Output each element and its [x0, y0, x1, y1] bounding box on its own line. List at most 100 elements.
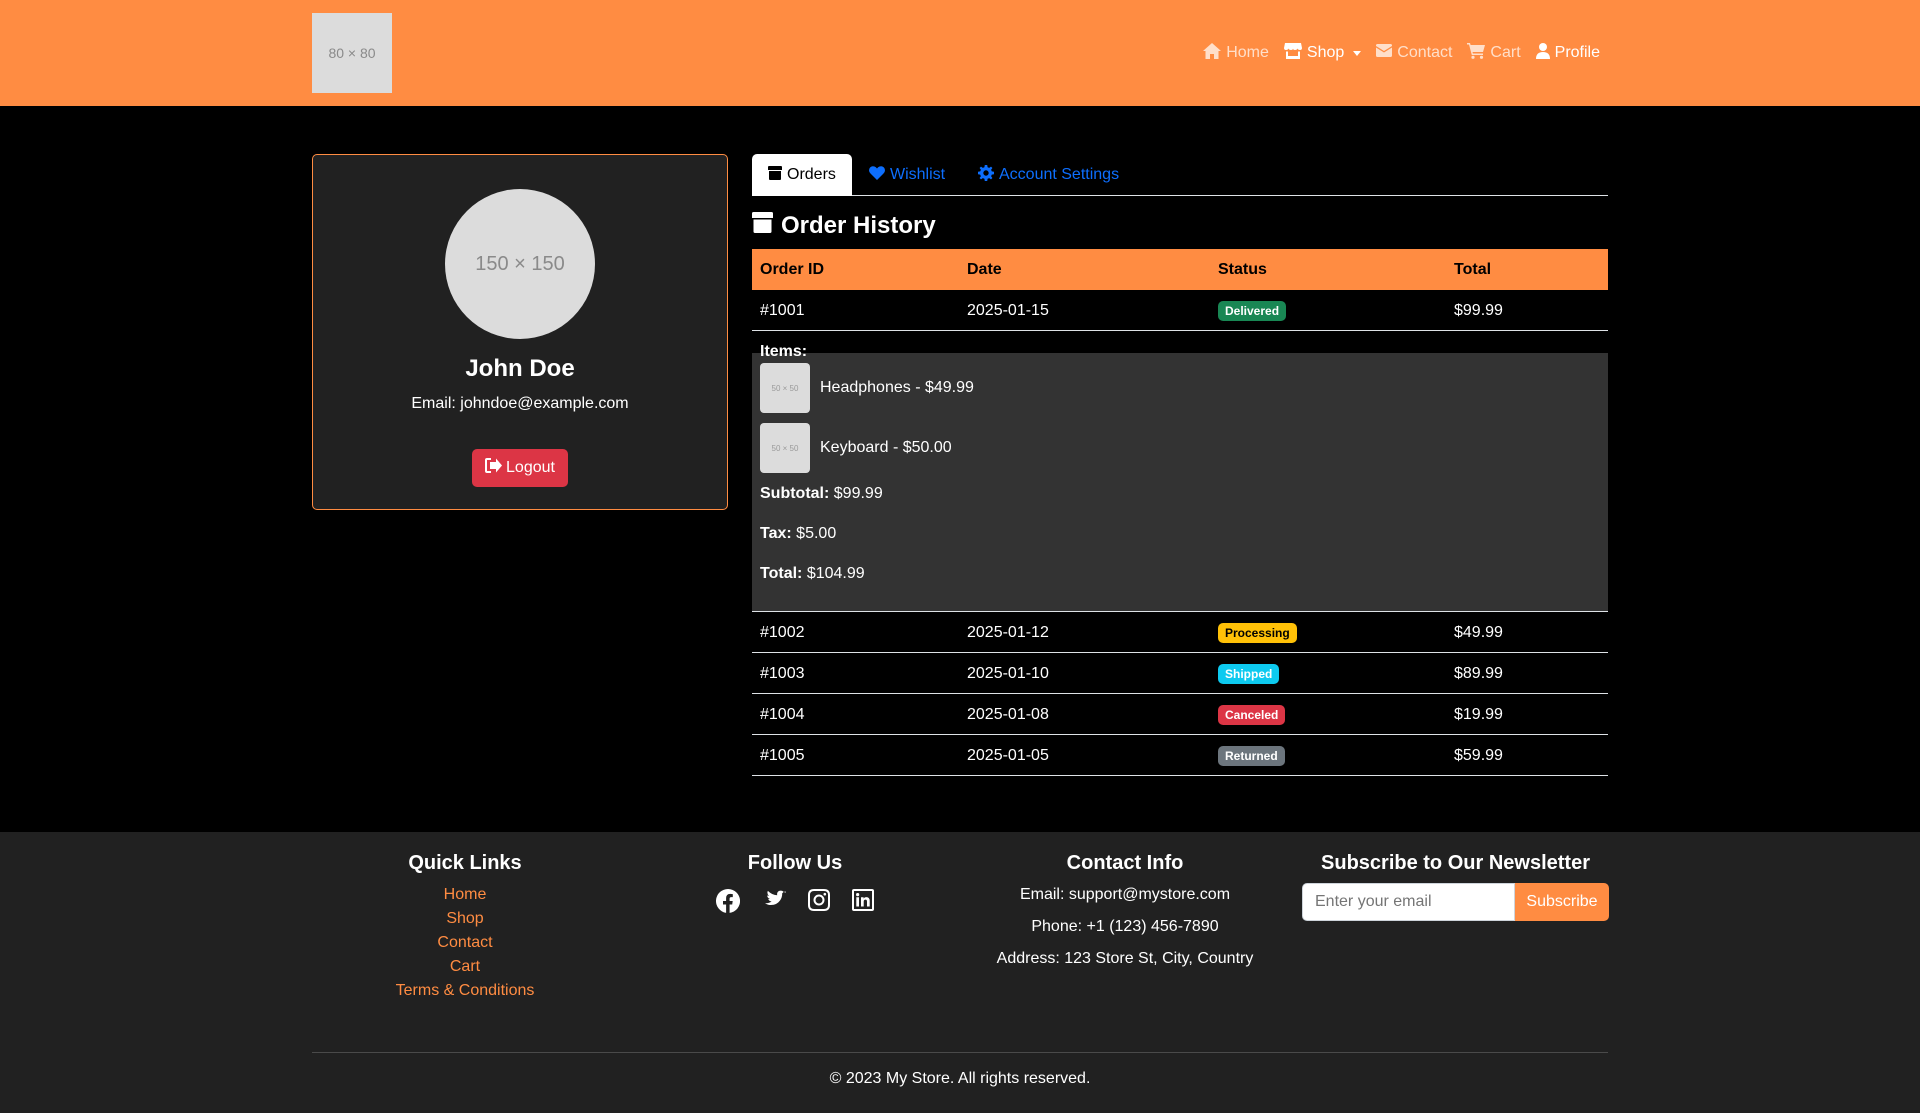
order-date: 2025-01-12	[967, 623, 1049, 641]
order-id: #1004	[760, 705, 805, 723]
order-id: #1005	[760, 746, 805, 764]
profile-tabs: Orders Wishlist Account Settings	[752, 154, 1608, 196]
subtotal-label: Subtotal:	[760, 485, 830, 502]
table-row[interactable]: #1002 2025-01-12 Processing $49.99	[752, 612, 1608, 653]
order-history-title-text: Order History	[781, 212, 936, 239]
avatar: 150 × 150	[445, 189, 595, 339]
navbar: 80 × 80 Home Shop Contact Cart Profile	[0, 0, 1920, 106]
order-id: #1001	[760, 301, 805, 319]
instagram-icon[interactable]	[808, 889, 830, 918]
item-text: Headphones - $49.99	[820, 379, 974, 396]
tab-orders-label: Orders	[787, 166, 836, 183]
home-icon	[1203, 42, 1222, 64]
linkedin-icon[interactable]	[852, 889, 874, 918]
contact-phone: Phone: +1 (123) 456-7890	[1031, 918, 1219, 935]
nav-shop-label: Shop	[1306, 44, 1345, 61]
table-row[interactable]: #1005 2025-01-05 Returned $59.99	[752, 735, 1608, 776]
list-item: 50 × 50 Keyboard - $50.00	[760, 423, 952, 473]
envelope-icon	[1376, 44, 1393, 62]
order-date: 2025-01-08	[967, 705, 1049, 723]
tab-wishlist-label: Wishlist	[890, 166, 946, 183]
box-icon	[768, 165, 782, 185]
contact-address: Address: 123 Store St, City, Country	[996, 950, 1254, 967]
tab-orders[interactable]: Orders	[752, 154, 852, 196]
tax-value: $5.00	[796, 525, 837, 542]
user-name: John Doe	[465, 355, 575, 382]
grand-total-value: $104.99	[806, 565, 865, 582]
items-label: Items:	[760, 343, 808, 360]
table-row[interactable]: #1001 2025-01-15 Delivered $99.99	[752, 290, 1608, 331]
order-date: 2025-01-05	[967, 746, 1049, 764]
item-text: Keyboard - $50.00	[820, 439, 952, 456]
order-total: $49.99	[1454, 623, 1503, 641]
nav-home-label: Home	[1226, 44, 1269, 61]
item-thumbnail: 50 × 50	[760, 363, 810, 413]
order-id: #1002	[760, 623, 805, 641]
order-history-title: Order History	[752, 212, 936, 240]
facebook-icon[interactable]	[715, 888, 741, 918]
order-date: 2025-01-15	[967, 301, 1049, 319]
footer-newsletter: Subscribe to Our Newsletter Subscribe	[1302, 852, 1609, 921]
footer-quick-links-title: Quick Links	[408, 852, 522, 874]
tab-account-settings[interactable]: Account Settings	[978, 154, 1119, 196]
order-id: #1003	[760, 664, 805, 682]
footer-contact-title: Contact Info	[1066, 852, 1184, 874]
order-date: 2025-01-10	[967, 664, 1049, 682]
store-icon	[1283, 42, 1302, 64]
order-total: $19.99	[1454, 705, 1503, 723]
item-thumbnail: 50 × 50	[760, 423, 810, 473]
footer-divider	[312, 1052, 1608, 1053]
footer-link-contact[interactable]: Contact	[360, 931, 570, 955]
order-total: $99.99	[1454, 301, 1503, 319]
social-icons	[690, 888, 900, 918]
nav-links: Home Shop Contact Cart Profile	[1203, 0, 1600, 106]
order-detail: Items: 50 × 50 Headphones - $49.99 50 × …	[752, 333, 1608, 612]
table-row[interactable]: #1003 2025-01-10 Shipped $89.99	[752, 653, 1608, 694]
status-badge: Canceled	[1218, 704, 1286, 725]
site-logo[interactable]: 80 × 80	[312, 13, 392, 93]
footer-contact-info: Contact Info Email: support@mystore.com …	[975, 852, 1275, 971]
tab-account-settings-label: Account Settings	[999, 166, 1120, 183]
nav-profile-label: Profile	[1554, 44, 1600, 61]
footer-link-home[interactable]: Home	[360, 883, 570, 907]
logout-button[interactable]: Logout	[472, 449, 568, 487]
twitter-icon[interactable]	[762, 889, 786, 918]
box-icon	[752, 212, 773, 240]
newsletter-email-input[interactable]	[1302, 883, 1515, 921]
heart-icon	[869, 165, 885, 185]
footer: Quick Links Home Shop Contact Cart Terms…	[0, 832, 1920, 1113]
footer-link-cart[interactable]: Cart	[360, 955, 570, 979]
status-badge: Returned	[1218, 745, 1285, 766]
col-date: Date	[967, 260, 1002, 278]
col-order-id: Order ID	[760, 260, 825, 278]
profile-card: 150 × 150 John Doe Email: johndoe@exampl…	[312, 154, 728, 510]
orders-table-header: Order ID Date Status Total	[752, 249, 1608, 290]
sign-out-icon	[485, 458, 503, 478]
footer-newsletter-title: Subscribe to Our Newsletter	[1321, 852, 1590, 874]
list-item: 50 × 50 Headphones - $49.99	[760, 363, 974, 413]
status-badge: Shipped	[1218, 663, 1280, 684]
col-status: Status	[1218, 260, 1267, 278]
status-badge: Delivered	[1218, 300, 1287, 321]
col-total: Total	[1454, 260, 1492, 278]
nav-home[interactable]: Home	[1203, 42, 1269, 64]
gear-icon	[978, 164, 994, 186]
subtotal-value: $99.99	[833, 485, 883, 502]
nav-contact[interactable]: Contact	[1376, 44, 1452, 62]
table-row[interactable]: #1004 2025-01-08 Canceled $19.99	[752, 694, 1608, 735]
footer-follow-title: Follow Us	[747, 852, 843, 874]
nav-shop-dropdown[interactable]: Shop	[1283, 42, 1362, 64]
order-total: $59.99	[1454, 746, 1503, 764]
copyright: © 2023 My Store. All rights reserved.	[829, 1070, 1091, 1087]
nav-profile[interactable]: Profile	[1535, 42, 1600, 64]
footer-link-shop[interactable]: Shop	[360, 907, 570, 931]
footer-follow-us: Follow Us	[690, 852, 900, 918]
tab-wishlist[interactable]: Wishlist	[869, 154, 945, 196]
tax-label: Tax:	[760, 525, 792, 542]
nav-cart[interactable]: Cart	[1467, 42, 1521, 64]
nav-cart-label: Cart	[1490, 44, 1521, 61]
footer-link-terms[interactable]: Terms & Conditions	[360, 979, 570, 1003]
chevron-down-icon	[1353, 50, 1362, 56]
nav-contact-label: Contact	[1397, 44, 1453, 61]
subscribe-button[interactable]: Subscribe	[1515, 883, 1609, 921]
